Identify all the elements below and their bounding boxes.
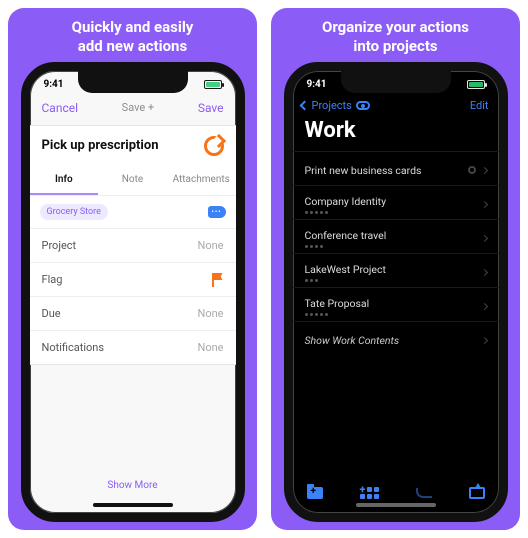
- progress-dots-icon: [305, 245, 387, 248]
- field-flag[interactable]: Flag: [30, 262, 236, 296]
- field-due[interactable]: Due None: [30, 296, 236, 330]
- inbox-icon[interactable]: [469, 487, 485, 499]
- list-item-label: Tate Proposal: [305, 297, 370, 310]
- field-due-value: None: [197, 307, 223, 320]
- list-item[interactable]: Print new business cards: [293, 151, 499, 185]
- progress-dots-icon: [305, 313, 370, 316]
- status-time: 9:41: [307, 79, 327, 90]
- phone-frame-dark: 9:41 Projects Edit Work Print new busine…: [284, 62, 508, 522]
- bottom-toolbar: +: [293, 487, 499, 499]
- promo-caption-right: Organize your actions into projects: [314, 18, 477, 62]
- editor-panel: Pick up prescription Info Note Attachmen…: [30, 125, 236, 365]
- field-notifications[interactable]: Notifications None: [30, 330, 236, 364]
- back-label: Projects: [312, 99, 352, 112]
- field-due-label: Due: [42, 307, 61, 320]
- progress-dots-icon: [305, 279, 386, 282]
- tag-pill[interactable]: Grocery Store: [40, 204, 108, 220]
- field-notifications-label: Notifications: [42, 341, 105, 354]
- tag-row: Grocery Store •••: [30, 196, 236, 228]
- eye-icon[interactable]: [356, 101, 370, 110]
- device-notch: [341, 71, 451, 93]
- list-item-label: Conference travel: [305, 229, 387, 242]
- promo-caption-left: Quickly and easily add new actions: [64, 18, 202, 62]
- tab-info[interactable]: Info: [30, 166, 99, 195]
- list-item-label: Print new business cards: [305, 164, 422, 177]
- back-button[interactable]: Projects: [301, 99, 370, 112]
- battery-icon: [204, 80, 222, 89]
- home-indicator: [93, 503, 173, 507]
- new-folder-icon[interactable]: [307, 487, 323, 499]
- chevron-left-icon: [299, 100, 309, 110]
- chevron-right-icon: [480, 166, 487, 173]
- editor-toolbar: Cancel Save + Save: [30, 95, 236, 125]
- progress-dots-icon: [305, 211, 387, 214]
- battery-icon: [467, 80, 485, 89]
- list-item[interactable]: LakeWest Project: [293, 253, 499, 287]
- nav-bar: Projects Edit: [293, 95, 499, 116]
- field-project-value: None: [197, 239, 223, 252]
- list-item[interactable]: Company Identity: [293, 185, 499, 219]
- field-flag-label: Flag: [42, 273, 63, 286]
- home-indicator: [356, 503, 436, 507]
- more-tag-icon[interactable]: •••: [208, 206, 226, 218]
- promo-card-right: Organize your actions into projects 9:41…: [271, 8, 520, 530]
- save-button[interactable]: Save: [198, 101, 224, 115]
- circle-icon: [468, 166, 476, 174]
- tab-note[interactable]: Note: [98, 166, 167, 195]
- field-notifications-value: None: [197, 341, 223, 354]
- promo-card-left: Quickly and easily add new actions 9:41 …: [8, 8, 257, 530]
- list-item-label: Company Identity: [305, 195, 387, 208]
- cancel-button[interactable]: Cancel: [42, 101, 79, 115]
- edit-button[interactable]: Edit: [470, 99, 489, 112]
- chevron-right-icon: [480, 302, 487, 309]
- chevron-right-icon: [480, 268, 487, 275]
- show-contents-label: Show Work Contents: [305, 334, 400, 347]
- list-item-label: LakeWest Project: [305, 263, 386, 276]
- list-item[interactable]: Tate Proposal: [293, 287, 499, 321]
- chevron-right-icon: [480, 336, 487, 343]
- chevron-right-icon: [480, 234, 487, 241]
- segmented-tabs: Info Note Attachments: [30, 166, 236, 196]
- device-notch: [78, 71, 188, 93]
- phone-frame-light: 9:41 Cancel Save + Save Pick up prescrip…: [21, 62, 245, 522]
- undo-icon[interactable]: [416, 488, 432, 498]
- status-time: 9:41: [44, 79, 64, 90]
- chevron-right-icon: [480, 200, 487, 207]
- show-contents-row[interactable]: Show Work Contents: [293, 321, 499, 355]
- item-title-input[interactable]: Pick up prescription: [42, 138, 159, 153]
- flag-icon: [212, 273, 224, 285]
- field-project-label: Project: [42, 239, 77, 252]
- list-item[interactable]: Conference travel: [293, 219, 499, 253]
- item-title-row: Pick up prescription: [30, 126, 236, 166]
- tab-attachments[interactable]: Attachments: [167, 166, 236, 195]
- show-more-button[interactable]: Show More: [30, 480, 236, 491]
- status-ring-icon[interactable]: [204, 136, 224, 156]
- new-item-icon[interactable]: +: [360, 487, 379, 499]
- save-plus-button[interactable]: Save +: [122, 101, 155, 114]
- project-title: Work: [293, 116, 499, 151]
- field-project[interactable]: Project None: [30, 228, 236, 262]
